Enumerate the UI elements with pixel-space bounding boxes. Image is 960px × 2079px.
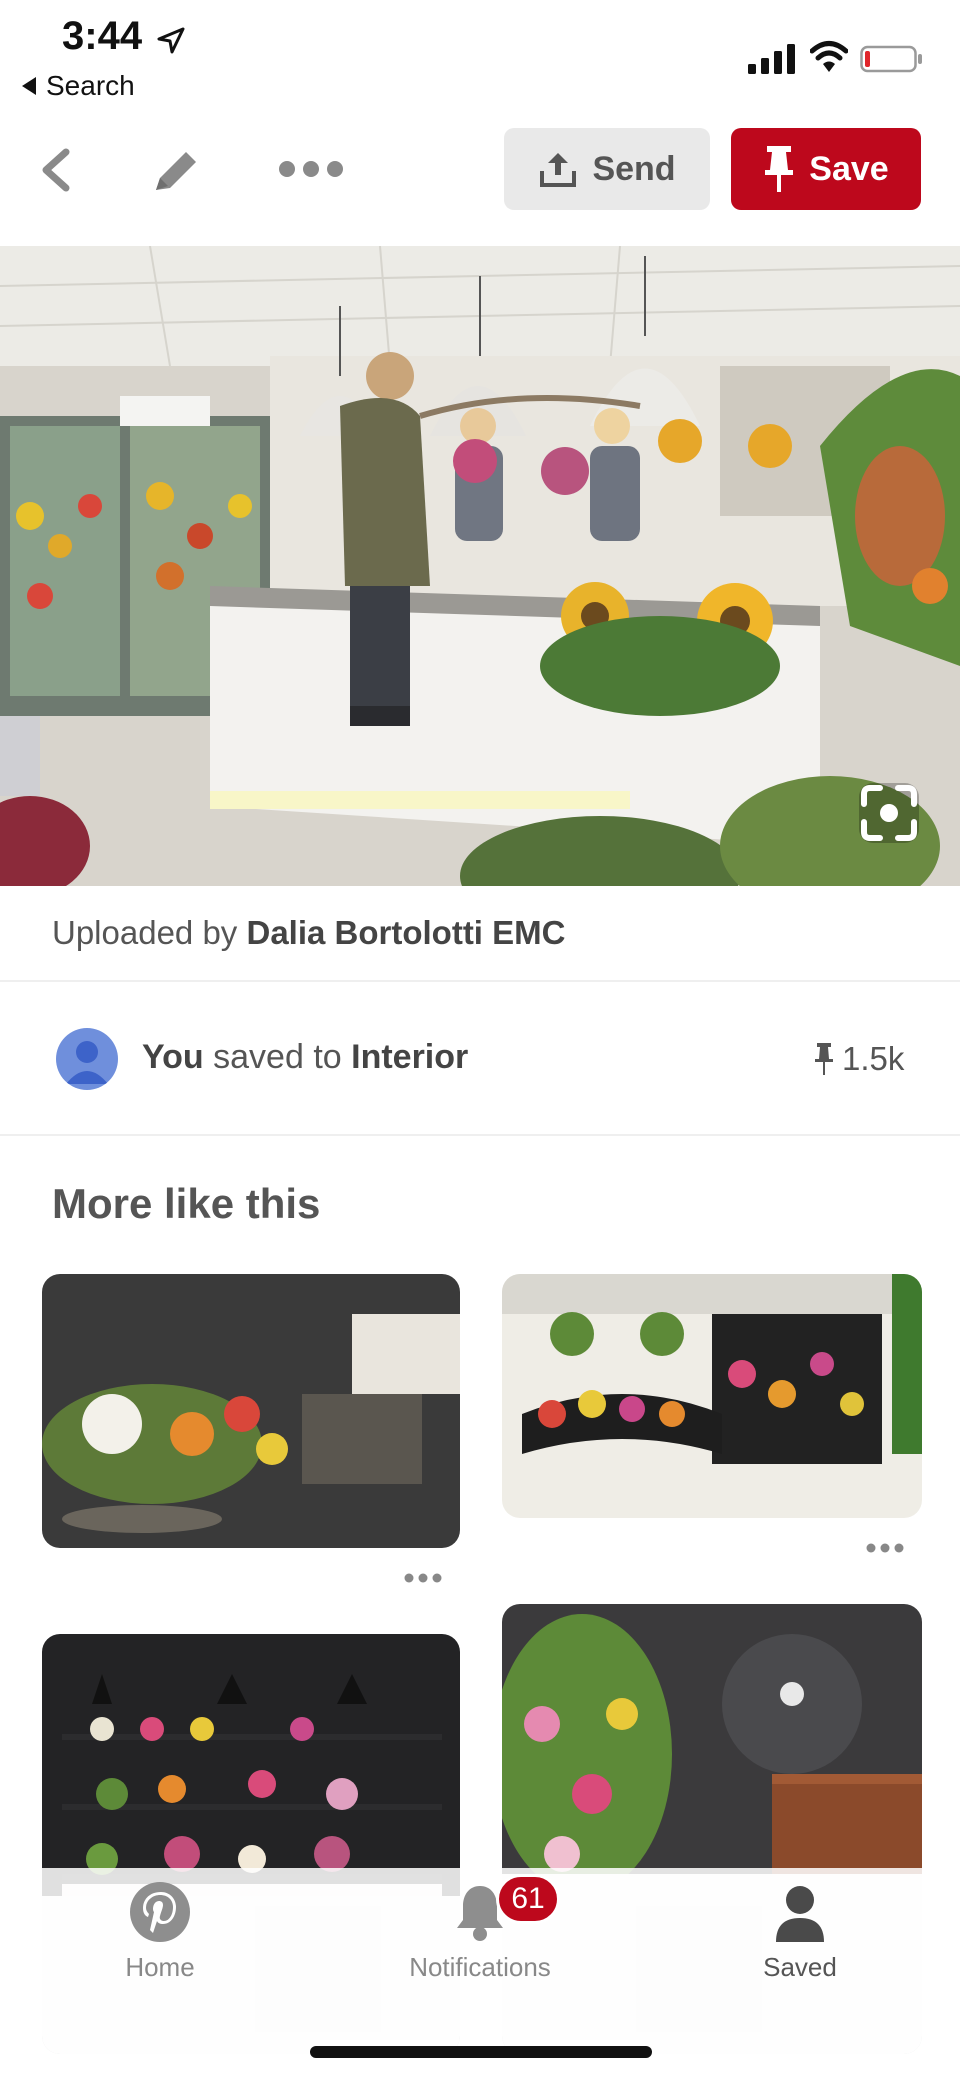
status-time: 3:44 — [62, 14, 143, 58]
saved-middle: saved to — [203, 1038, 352, 1076]
pushpin-icon — [765, 146, 794, 192]
home-indicator[interactable] — [310, 2046, 652, 2058]
save-count-value: 1.5k — [842, 1040, 905, 1077]
uploaded-by-prefix: Uploaded by — [52, 914, 247, 951]
uploader-name[interactable]: Dalia Bortolotti EMC — [246, 914, 565, 951]
pin-more-icon[interactable] — [404, 1572, 442, 1584]
location-arrow-icon — [157, 27, 185, 54]
related-pin-tile[interactable] — [502, 1274, 922, 1518]
cellular-signal-icon — [748, 44, 795, 74]
divider — [0, 1134, 960, 1136]
divider — [0, 980, 960, 982]
tab-home-label: Home — [125, 1952, 195, 1982]
back-to-search[interactable]: Search — [22, 70, 135, 102]
pin-more-icon[interactable] — [866, 1542, 904, 1554]
saved-you: You — [142, 1038, 204, 1076]
user-silhouette-icon — [66, 1041, 108, 1084]
pin-image[interactable] — [0, 246, 960, 886]
related-pin-image — [42, 1274, 460, 1548]
wifi-icon — [810, 41, 848, 72]
tab-saved[interactable]: Saved — [700, 1880, 900, 1983]
notifications-count-badge: 61 — [496, 1874, 560, 1924]
edit-pencil-icon[interactable] — [150, 146, 202, 194]
section-title: More like this — [52, 1180, 321, 1227]
tab-notifications-label: Notifications — [409, 1952, 551, 1982]
share-upload-icon — [540, 153, 577, 187]
saved-board-name: Interior — [351, 1038, 469, 1076]
back-chevron-icon[interactable] — [36, 146, 76, 194]
related-pin-image — [502, 1274, 922, 1518]
pushpin-small-icon — [815, 1043, 833, 1075]
visual-search-lens-icon[interactable] — [858, 782, 920, 844]
tab-saved-label: Saved — [763, 1952, 837, 1982]
save-count: 1.5k — [814, 1040, 904, 1078]
send-label: Send — [592, 149, 676, 188]
tab-home[interactable]: Home — [60, 1880, 260, 1983]
pinterest-logo-icon — [130, 1882, 190, 1942]
profile-person-icon — [776, 1886, 824, 1942]
uploaded-by-line: Uploaded by Dalia Bortolotti EMC — [52, 914, 565, 952]
send-button[interactable]: Send — [504, 128, 710, 210]
save-button[interactable]: Save — [731, 128, 921, 210]
flower-shop-photo — [0, 246, 960, 886]
avatar[interactable] — [56, 1028, 118, 1090]
back-triangle-icon — [22, 77, 36, 95]
battery-icon — [860, 45, 922, 73]
saved-to-line[interactable]: You saved to Interior — [142, 1038, 468, 1077]
related-pin-tile[interactable] — [42, 1274, 460, 1548]
save-label: Save — [809, 149, 889, 188]
back-search-label: Search — [46, 70, 135, 101]
more-options-icon[interactable] — [278, 158, 344, 180]
